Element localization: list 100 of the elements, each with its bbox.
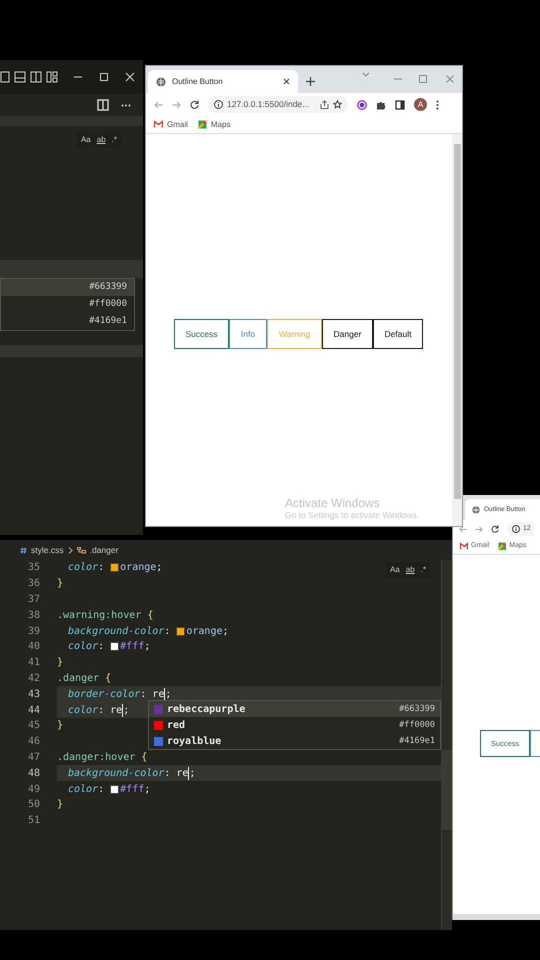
scrollbar-thumb[interactable] [442, 750, 452, 830]
color-code: #ff0000 [399, 718, 435, 732]
line-number: 51 [26, 814, 40, 828]
split-editor-icon[interactable] [97, 99, 109, 111]
tab-title: Outline Button [172, 76, 224, 88]
mail-icon [154, 120, 163, 129]
info-icon [214, 100, 223, 109]
code-text: ; [165, 688, 172, 702]
code-text: } [57, 798, 64, 812]
code-text: color: [68, 782, 106, 797]
layout-icon [30, 71, 42, 83]
star-icon[interactable] [333, 100, 342, 109]
close-icon[interactable] [283, 78, 290, 85]
suggestion-label: rebeccapurple [167, 702, 246, 716]
find-toggle[interactable]: Aa [80, 134, 91, 146]
color-code: #4169e1 [399, 734, 435, 748]
line-number: 41 [26, 656, 40, 670]
address-bar[interactable]: 127.0.0.1:5500/inde... [208, 96, 348, 113]
side-panel-icon[interactable] [395, 100, 405, 110]
suggestion-item[interactable]: royalblue #4169e1 [149, 733, 440, 749]
hash-icon [20, 546, 27, 554]
breadcrumb-item[interactable]: style.css [31, 544, 64, 556]
code-text: ; [189, 766, 196, 781]
color-code: #663399 [399, 702, 435, 716]
code-text: color: re [68, 704, 122, 718]
code-text: orange; [120, 561, 162, 576]
extension-ring-icon[interactable] [357, 100, 367, 110]
share-icon[interactable] [320, 100, 329, 109]
outline-button[interactable]: Default [373, 319, 423, 349]
back-arrow-icon[interactable] [459, 526, 467, 532]
code-text: .danger:hover { [57, 750, 148, 765]
suggestion-label: red [167, 718, 186, 732]
suggestion-item[interactable]: #ff0000 [1, 296, 134, 313]
find-toggle[interactable]: .* [420, 564, 426, 576]
mail-icon [460, 542, 468, 550]
code-text: #fff; [120, 782, 150, 797]
new-tab-icon[interactable] [306, 77, 315, 86]
line-number: 35 [26, 561, 40, 576]
suggestion-item[interactable]: red #ff0000 [149, 717, 440, 733]
map-icon [498, 542, 506, 550]
code-text: .danger { [57, 672, 112, 686]
chevron-down-icon[interactable] [362, 72, 370, 77]
line-number: 45 [26, 719, 40, 734]
info-icon [512, 525, 520, 533]
code-text: color: [68, 561, 106, 576]
code-text: background-color: re [68, 766, 188, 781]
code-text: color: [68, 640, 106, 654]
browser-tab[interactable]: Outline Button [148, 70, 298, 93]
code-text: ; [123, 704, 130, 718]
code-text: } [57, 656, 64, 670]
code-text: border-color: re [68, 688, 164, 702]
maximize-icon[interactable] [99, 72, 109, 82]
line-number: 39 [26, 624, 40, 639]
map-icon [198, 120, 207, 129]
line-number: 50 [26, 798, 40, 812]
find-toggle[interactable]: .* [112, 134, 117, 146]
line-number: 48 [26, 766, 40, 781]
chevron-right-icon [68, 546, 73, 554]
bookmark-link[interactable]: Maps [210, 118, 230, 130]
line-number: 47 [26, 750, 40, 765]
find-toggle[interactable]: ab [96, 134, 106, 146]
activation-title: Activate Windows [285, 496, 381, 508]
text-cursor [122, 704, 124, 717]
line-number: 46 [26, 735, 40, 750]
scrollbar-thumb[interactable] [454, 144, 460, 499]
reload-icon[interactable] [491, 525, 499, 533]
find-toggle[interactable]: ab [406, 564, 415, 576]
line-number: 40 [26, 640, 40, 654]
line-number: 36 [26, 577, 40, 592]
code-text: } [57, 577, 64, 592]
puzzle-icon[interactable] [376, 100, 386, 110]
layout-icon [46, 71, 58, 83]
class-symbol-icon [76, 546, 86, 554]
url-text: 127.0.0.1:5500/inde... [227, 98, 310, 111]
code-text: #fff; [120, 640, 150, 654]
menu-icon[interactable] [436, 100, 439, 110]
globe-icon [156, 76, 166, 86]
line-number: 43 [26, 688, 40, 702]
line-number: 37 [26, 592, 40, 607]
outline-button-edge [530, 730, 540, 757]
code-text: orange; [186, 624, 229, 639]
suggestion-item[interactable]: #663399 [1, 279, 134, 296]
outline-button[interactable]: Success [174, 319, 229, 349]
code-text: background-color: [68, 624, 172, 639]
bookmark-link[interactable]: Gmail [167, 118, 188, 130]
outline-button[interactable]: Danger [322, 319, 373, 349]
line-number: 44 [26, 704, 40, 718]
breadcrumb-item[interactable]: .danger [90, 544, 118, 556]
code-text: .warning:hover { [57, 608, 154, 623]
line-number: 42 [26, 672, 40, 686]
suggestion-item[interactable]: #4169e1 [1, 313, 134, 330]
line-number: 49 [26, 782, 40, 797]
layout-icon [0, 71, 10, 83]
more-actions-icon[interactable] [121, 104, 131, 106]
find-toggle[interactable]: Aa [390, 564, 400, 576]
profile-avatar[interactable]: A [414, 98, 427, 111]
suggestion-item[interactable]: rebeccapurple #663399 [149, 701, 440, 717]
code-text: } [57, 719, 64, 734]
reload-icon[interactable] [190, 100, 199, 109]
line-number: 38 [26, 608, 40, 623]
